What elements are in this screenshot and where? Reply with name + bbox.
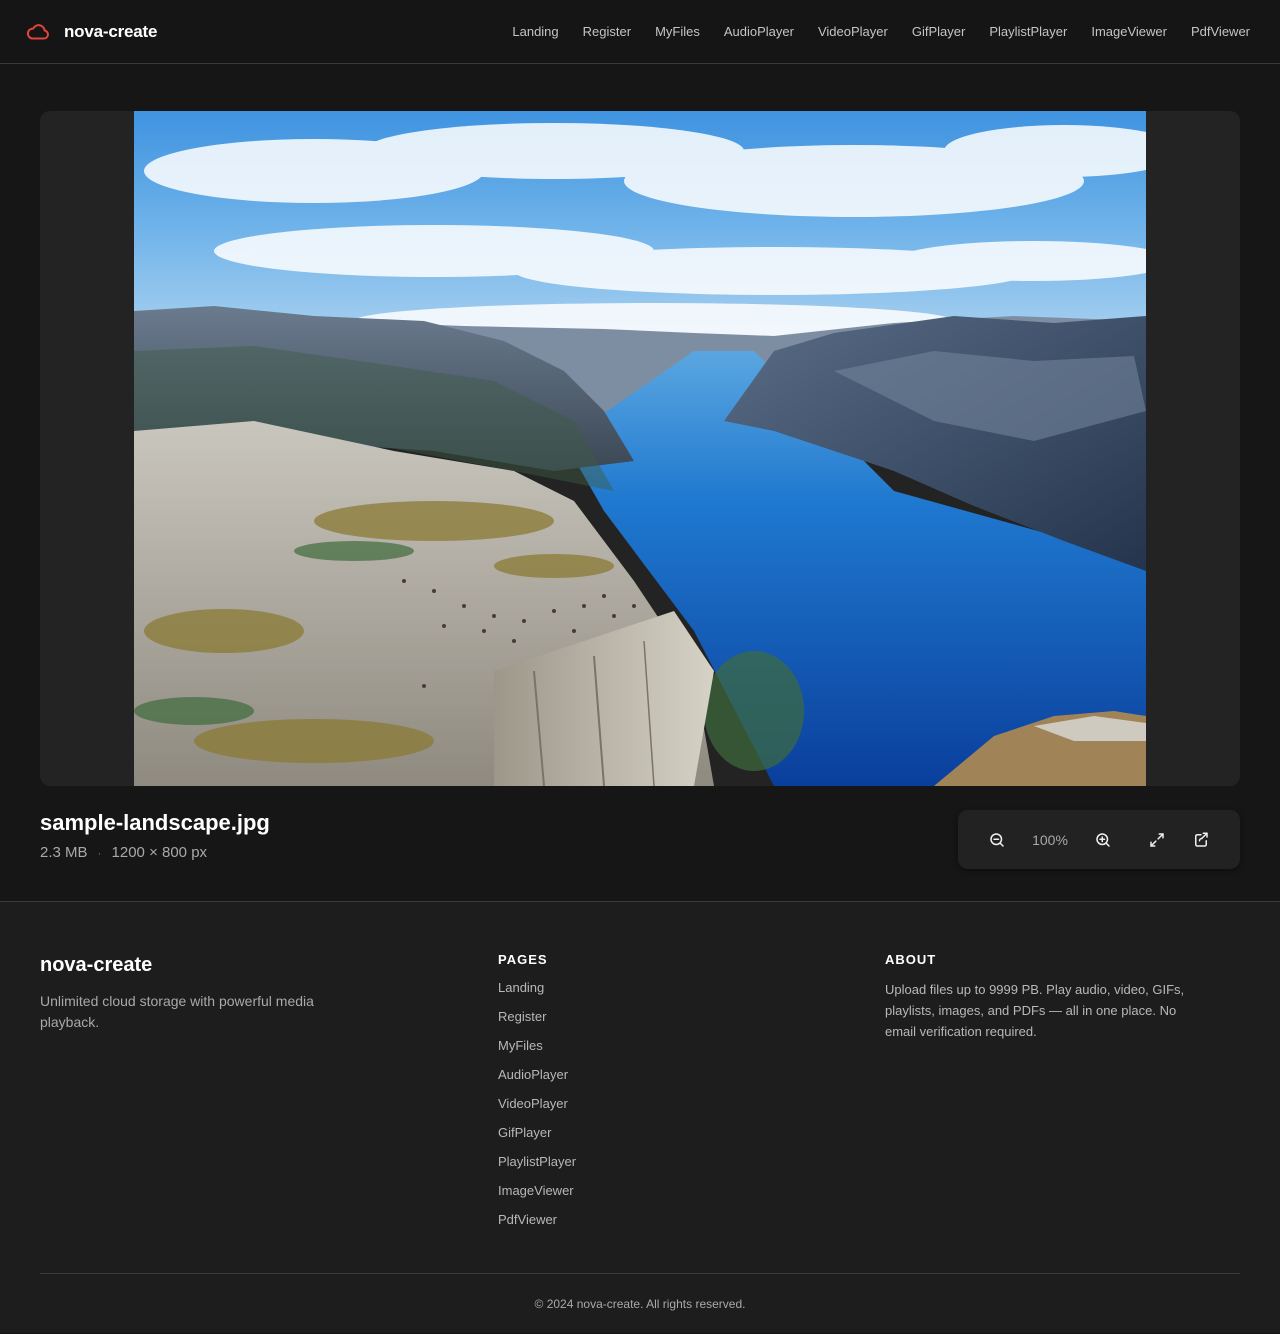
- main-nav: Landing Register MyFiles AudioPlayer Vid…: [512, 24, 1250, 39]
- brand[interactable]: nova-create: [26, 22, 157, 42]
- footer-about-column: ABOUT Upload files up to 9999 PB. Play a…: [885, 952, 1205, 1273]
- footer-about-text: Upload files up to 9999 PB. Play audio, …: [885, 982, 1185, 1039]
- brand-name: nova-create: [64, 21, 158, 41]
- footer-link-pdfviewer[interactable]: PdfViewer: [498, 1212, 557, 1227]
- meta-separator: ·: [97, 845, 102, 860]
- file-dimensions: 1200 × 800 px: [111, 844, 208, 862]
- expand-icon: [1150, 832, 1164, 847]
- footer-brand: nova-create: [40, 954, 153, 976]
- footer-link-videoplayer[interactable]: VideoPlayer: [498, 1096, 568, 1111]
- footer-link-myfiles[interactable]: MyFiles: [498, 1038, 543, 1053]
- footer-copyright: © 2024 nova-create. All rights reserved.: [40, 1273, 1240, 1333]
- footer-link-audioplayer[interactable]: AudioPlayer: [498, 1067, 568, 1082]
- footer-link-gifplayer[interactable]: GifPlayer: [498, 1125, 551, 1140]
- footer-brand-column: nova-create Unlimited cloud storage with…: [40, 952, 498, 1273]
- top-header: nova-create Landing Register MyFiles Aud…: [0, 0, 1280, 64]
- file-info-row: sample-landscape.jpg 2.3 MB · 1200 × 800…: [40, 786, 1240, 901]
- footer-link-landing[interactable]: Landing: [498, 980, 544, 995]
- nav-link-playlistplayer[interactable]: PlaylistPlayer: [989, 24, 1067, 39]
- nav-link-landing[interactable]: Landing: [512, 24, 558, 39]
- footer-link-register[interactable]: Register: [498, 1009, 546, 1024]
- site-footer: nova-create Unlimited cloud storage with…: [0, 901, 1280, 1333]
- file-meta: 2.3 MB · 1200 × 800 px: [40, 844, 270, 861]
- file-name: sample-landscape.jpg: [40, 810, 270, 835]
- fullscreen-button[interactable]: [1144, 827, 1170, 853]
- cloud-icon: [26, 23, 49, 39]
- share-button[interactable]: [1188, 827, 1214, 853]
- nav-link-pdfviewer[interactable]: PdfViewer: [1191, 24, 1250, 39]
- share-icon: [1195, 832, 1208, 847]
- landscape-image[interactable]: [134, 111, 1146, 786]
- image-stage[interactable]: [40, 111, 1240, 786]
- zoom-in-button[interactable]: [1090, 827, 1116, 853]
- nav-link-videoplayer[interactable]: VideoPlayer: [818, 24, 888, 39]
- footer-link-playlistplayer[interactable]: PlaylistPlayer: [498, 1154, 576, 1169]
- nav-link-audioplayer[interactable]: AudioPlayer: [724, 24, 794, 39]
- file-size: 2.3 MB: [40, 844, 88, 862]
- nav-link-gifplayer[interactable]: GifPlayer: [912, 24, 965, 39]
- viewer-controls: 100%: [958, 810, 1240, 869]
- nav-link-register[interactable]: Register: [583, 24, 631, 39]
- footer-about-heading: ABOUT: [885, 952, 937, 967]
- footer-link-imageviewer[interactable]: ImageViewer: [498, 1183, 574, 1198]
- footer-columns: nova-create Unlimited cloud storage with…: [40, 902, 1240, 1273]
- nav-link-imageviewer[interactable]: ImageViewer: [1091, 24, 1167, 39]
- file-details: sample-landscape.jpg 2.3 MB · 1200 × 800…: [40, 810, 270, 861]
- footer-tagline: Unlimited cloud storage with powerful me…: [40, 993, 314, 1030]
- zoom-out-icon: [990, 832, 1004, 847]
- zoom-in-icon: [1096, 832, 1110, 847]
- footer-pages-column: PAGES Landing Register MyFiles AudioPlay…: [498, 952, 885, 1273]
- footer-pages-list: Landing Register MyFiles AudioPlayer Vid…: [498, 979, 885, 1240]
- footer-pages-heading: PAGES: [498, 952, 548, 967]
- zoom-level: 100%: [1032, 831, 1068, 848]
- image-viewer-main: sample-landscape.jpg 2.3 MB · 1200 × 800…: [0, 64, 1280, 901]
- nav-link-myfiles[interactable]: MyFiles: [655, 24, 700, 39]
- zoom-out-button[interactable]: [984, 827, 1010, 853]
